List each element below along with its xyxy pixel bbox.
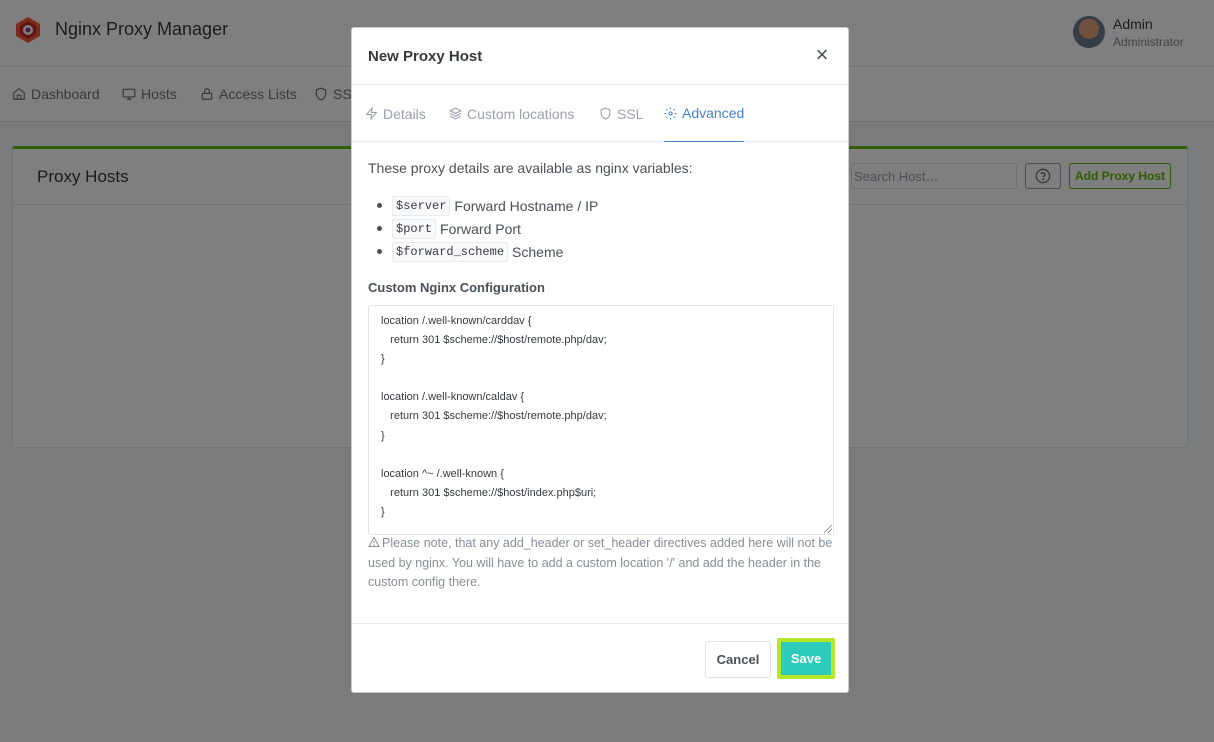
custom-config-value: location /.well-known/carddav { return 3… <box>381 315 607 518</box>
alert-triangle-icon <box>368 536 380 547</box>
tab-label: SSL <box>617 105 644 122</box>
header-warning-note: Please note, that any add_header or set_… <box>368 534 836 593</box>
tab-custom-locations[interactable]: Custom locations <box>449 85 574 142</box>
list-item: $forward_scheme Scheme <box>376 240 598 263</box>
layers-icon <box>449 107 462 120</box>
modal-footer: Cancel Save <box>352 623 848 694</box>
tab-ssl[interactable]: SSL <box>599 85 643 142</box>
variable-code: $server <box>392 195 451 216</box>
tab-details[interactable]: Details <box>365 85 426 142</box>
tab-label: Custom locations <box>467 105 575 122</box>
custom-config-textarea[interactable]: location /.well-known/carddav { return 3… <box>368 305 834 535</box>
variable-description: Forward Hostname / IP <box>454 197 599 214</box>
variable-code: $port <box>392 218 437 239</box>
close-button[interactable]: × <box>814 44 830 66</box>
zap-icon <box>365 107 378 120</box>
list-item: $port Forward Port <box>376 217 598 240</box>
variable-description: Forward Port <box>440 220 521 237</box>
tab-advanced[interactable]: Advanced <box>664 85 745 142</box>
tab-label: Advanced <box>682 105 745 121</box>
variables-intro: These proxy details are available as ngi… <box>368 160 693 176</box>
tab-label: Details <box>383 105 426 122</box>
new-proxy-host-modal: New Proxy Host × Details Custom location… <box>351 27 849 693</box>
variable-code: $forward_scheme <box>392 241 509 262</box>
cancel-button[interactable]: Cancel <box>705 641 771 678</box>
shield-icon <box>600 107 611 120</box>
settings-icon <box>664 107 677 119</box>
modal-tabs: Details Custom locations SSL Advanced <box>352 85 848 142</box>
list-item: $server Forward Hostname / IP <box>376 194 599 217</box>
custom-config-label: Custom Nginx Configuration <box>368 280 545 295</box>
note-text: Please note, that any add_header or set_… <box>368 536 833 589</box>
save-button[interactable]: Save <box>777 638 835 679</box>
modal-header: New Proxy Host × <box>352 28 848 85</box>
variable-description: Scheme <box>512 243 564 260</box>
resize-handle[interactable] <box>824 525 832 533</box>
modal-title: New Proxy Host <box>368 48 483 65</box>
variables-list: $server Forward Hostname / IP $port Forw… <box>376 194 599 263</box>
